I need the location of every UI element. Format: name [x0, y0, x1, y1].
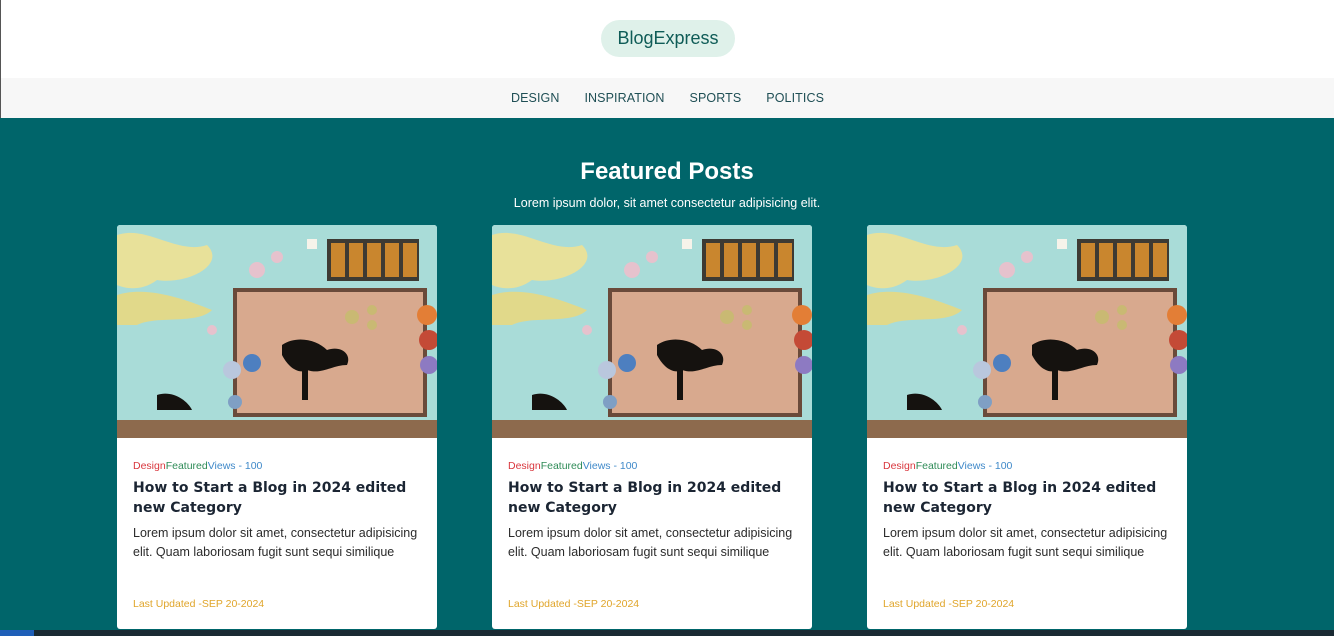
views-count: Views - 100: [582, 460, 638, 472]
last-updated: Last Updated -SEP 20-2024: [883, 598, 1015, 610]
post-card[interactable]: DesignFeaturedViews - 100 How to Start a…: [867, 225, 1187, 629]
category-label[interactable]: Design: [883, 460, 916, 472]
category-label[interactable]: Design: [133, 460, 166, 472]
nav-item-design[interactable]: DESIGN: [498, 91, 572, 105]
site-header: BlogExpress: [0, 0, 1334, 78]
views-count: Views - 100: [207, 460, 263, 472]
category-nav: DESIGN INSPIRATION SPORTS POLITICS: [0, 78, 1334, 118]
nav-item-inspiration[interactable]: INSPIRATION: [572, 91, 677, 105]
post-image[interactable]: [867, 225, 1187, 438]
post-image[interactable]: [117, 225, 437, 438]
last-updated: Last Updated -SEP 20-2024: [508, 598, 640, 610]
featured-tag[interactable]: Featured: [166, 460, 208, 472]
nav-item-sports[interactable]: SPORTS: [677, 91, 754, 105]
post-excerpt: Lorem ipsum dolor sit amet, consectetur …: [133, 526, 418, 559]
brand-logo[interactable]: BlogExpress: [601, 20, 735, 57]
featured-tag[interactable]: Featured: [541, 460, 583, 472]
post-excerpt: Lorem ipsum dolor sit amet, consectetur …: [508, 526, 793, 559]
views-count: Views - 100: [957, 460, 1013, 472]
featured-section: Featured Posts Lorem ipsum dolor, sit am…: [0, 118, 1334, 636]
featured-title: Featured Posts: [580, 158, 754, 185]
post-meta: DesignFeaturedViews - 100: [508, 460, 637, 472]
post-title[interactable]: How to Start a Blog in 2024 edited new C…: [508, 479, 803, 518]
post-title[interactable]: How to Start a Blog in 2024 edited new C…: [883, 479, 1178, 518]
featured-subtitle: Lorem ipsum dolor, sit amet consectetur …: [513, 196, 821, 210]
post-excerpt: Lorem ipsum dolor sit amet, consectetur …: [883, 526, 1168, 559]
post-card[interactable]: DesignFeaturedViews - 100 How to Start a…: [117, 225, 437, 629]
taskbar-edge: [0, 630, 1334, 636]
post-image[interactable]: [492, 225, 812, 438]
category-label[interactable]: Design: [508, 460, 541, 472]
post-meta: DesignFeaturedViews - 100: [883, 460, 1012, 472]
nav-item-politics[interactable]: POLITICS: [754, 91, 837, 105]
post-meta: DesignFeaturedViews - 100: [133, 460, 262, 472]
taskbar-start-edge: [0, 630, 34, 636]
last-updated: Last Updated -SEP 20-2024: [133, 598, 265, 610]
post-title[interactable]: How to Start a Blog in 2024 edited new C…: [133, 479, 428, 518]
post-card[interactable]: DesignFeaturedViews - 100 How to Start a…: [492, 225, 812, 629]
featured-tag[interactable]: Featured: [916, 460, 958, 472]
